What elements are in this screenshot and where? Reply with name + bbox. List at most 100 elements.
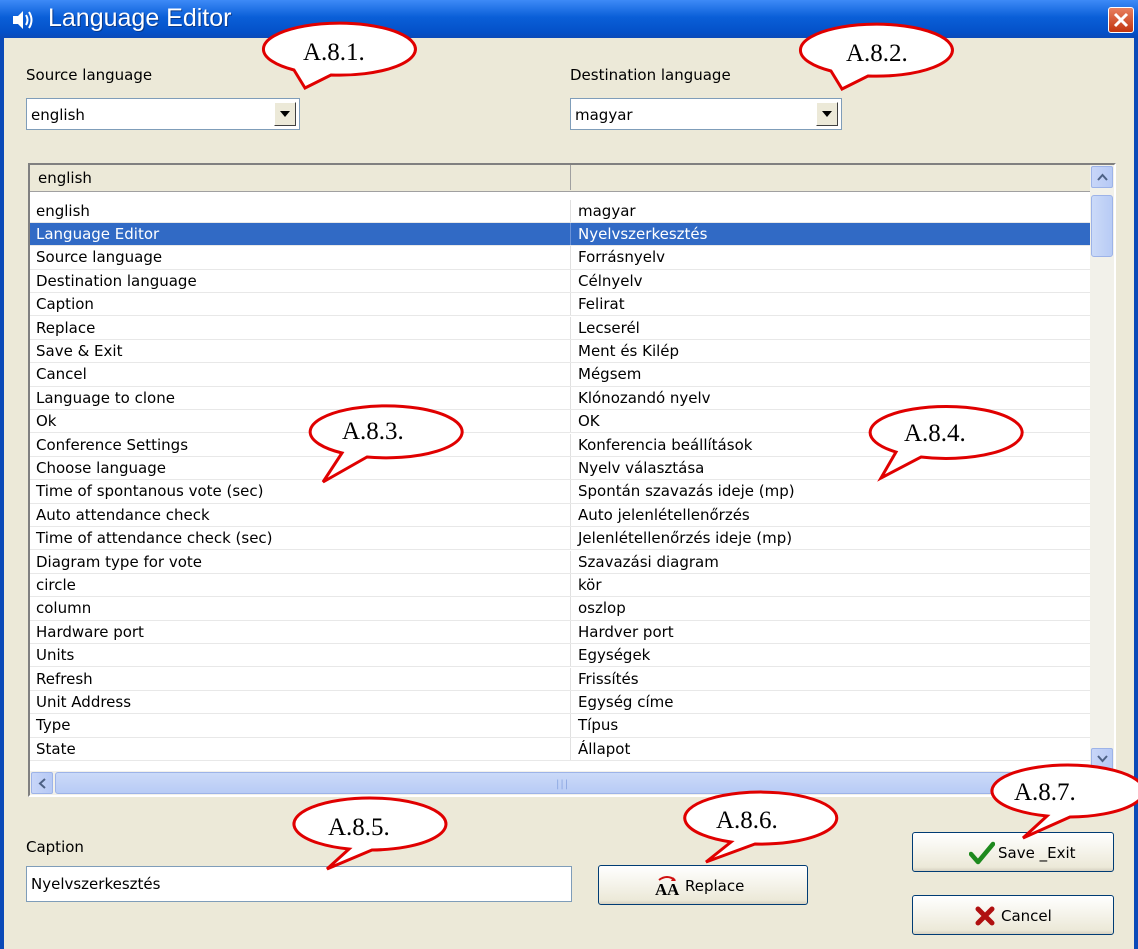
table-row[interactable]: column oszlop xyxy=(30,597,1090,621)
source-cell[interactable]: Diagram type for vote xyxy=(36,553,202,571)
source-cell[interactable]: Conference Settings xyxy=(36,436,188,454)
caption-input[interactable] xyxy=(31,875,561,893)
table-row[interactable]: Caption Felirat xyxy=(30,293,1090,317)
destination-cell[interactable]: Spontán szavazás ideje (mp) xyxy=(578,482,795,500)
callout-label: A.8.4. xyxy=(904,420,966,447)
destination-cell[interactable]: kör xyxy=(578,576,602,594)
source-cell[interactable]: Auto attendance check xyxy=(36,506,210,524)
source-cell[interactable]: Replace xyxy=(36,319,95,337)
destination-cell[interactable]: Auto jelenlétellenőrzés xyxy=(578,506,750,524)
destination-cell[interactable]: Ment és Kilép xyxy=(578,342,679,360)
chevron-up-icon xyxy=(1097,173,1108,181)
replace-button[interactable]: A A Replace xyxy=(598,865,808,905)
destination-cell[interactable]: Állapot xyxy=(578,740,630,758)
source-cell[interactable]: Save & Exit xyxy=(36,342,122,360)
translation-grid[interactable]: english english magyar Language Editor Nyel… xyxy=(28,163,1116,797)
save-exit-button[interactable]: Save _Exit xyxy=(912,832,1114,872)
cancel-button[interactable]: Cancel xyxy=(912,895,1114,935)
source-cell[interactable]: circle xyxy=(36,576,76,594)
source-cell[interactable]: Caption xyxy=(36,295,94,313)
table-row[interactable]: Save & Exit Ment és Kilép xyxy=(30,339,1090,364)
destination-cell[interactable]: Jelenlétellenőrzés ideje (mp) xyxy=(578,529,792,547)
source-cell[interactable]: Cancel xyxy=(36,365,87,383)
column-header-source[interactable]: english xyxy=(30,165,571,190)
window-border-right xyxy=(1134,38,1138,949)
destination-cell[interactable]: Konferencia beállítások xyxy=(578,436,752,454)
table-row[interactable]: Replace Lecserél xyxy=(30,316,1090,340)
horizontal-scroll-thumb[interactable]: ||| xyxy=(55,772,1065,794)
table-row[interactable]: Unit Address Egység címe xyxy=(30,690,1090,715)
source-cell[interactable]: State xyxy=(36,740,76,758)
table-row[interactable]: Type Típus xyxy=(30,714,1090,738)
column-divider xyxy=(570,456,571,481)
destination-cell[interactable]: Célnyelv xyxy=(578,272,643,290)
destination-cell[interactable]: magyar xyxy=(578,202,636,220)
destination-cell[interactable]: oszlop xyxy=(578,599,626,617)
caption-field[interactable] xyxy=(26,866,572,902)
source-cell[interactable]: Time of attendance check (sec) xyxy=(36,529,273,547)
source-cell[interactable]: english xyxy=(36,202,90,220)
table-row[interactable]: Source language Forrásnyelv xyxy=(30,246,1090,270)
scroll-up-button[interactable] xyxy=(1091,166,1113,188)
source-cell[interactable]: Time of spontanous vote (sec) xyxy=(36,482,264,500)
source-language-select[interactable]: english xyxy=(26,98,300,130)
column-divider xyxy=(570,339,571,364)
table-row[interactable]: Diagram type for vote Szavazási diagram xyxy=(30,550,1090,574)
column-header-destination[interactable] xyxy=(571,165,1090,190)
close-button[interactable] xyxy=(1108,7,1134,33)
source-cell[interactable]: Language to clone xyxy=(36,389,175,407)
table-row[interactable]: Units Egységek xyxy=(30,644,1090,668)
source-cell[interactable]: Units xyxy=(36,646,74,664)
speaker-icon xyxy=(13,11,33,29)
source-cell[interactable]: Type xyxy=(36,716,70,734)
destination-cell[interactable]: Forrásnyelv xyxy=(578,248,665,266)
table-row[interactable]: Choose language Nyelv választása xyxy=(30,456,1090,481)
scroll-down-button[interactable] xyxy=(1091,748,1113,770)
table-row[interactable]: Time of spontanous vote (sec) Spontán sza… xyxy=(30,480,1090,504)
destination-cell[interactable]: Lecserél xyxy=(578,319,640,337)
scroll-left-button[interactable] xyxy=(31,772,53,794)
vertical-scrollbar[interactable] xyxy=(1090,165,1114,771)
destination-cell[interactable]: Nyelvszerkesztés xyxy=(578,225,707,243)
table-row[interactable]: circle kör xyxy=(30,573,1090,598)
table-row[interactable]: Auto attendance check Auto jelenlétellenő… xyxy=(30,503,1090,528)
destination-cell[interactable]: OK xyxy=(578,412,600,430)
destination-cell[interactable]: Mégsem xyxy=(578,365,641,383)
destination-cell[interactable]: Klónozandó nyelv xyxy=(578,389,711,407)
checkmark-icon xyxy=(969,841,995,865)
source-dropdown-button[interactable] xyxy=(274,102,296,126)
title-bar: Language Editor xyxy=(0,0,1138,38)
table-row[interactable]: Language to clone Klónozandó nyelv xyxy=(30,386,1090,411)
destination-cell[interactable]: Egységek xyxy=(578,646,650,664)
table-row[interactable]: Language Editor Nyelvszerkesztés xyxy=(30,222,1090,247)
column-divider xyxy=(570,714,571,738)
table-row[interactable]: Time of attendance check (sec) Jelenlétel… xyxy=(30,527,1090,551)
source-cell[interactable]: Unit Address xyxy=(36,693,131,711)
source-cell[interactable]: column xyxy=(36,599,91,617)
table-row[interactable]: Refresh Frissítés xyxy=(30,667,1090,691)
source-cell[interactable]: Destination language xyxy=(36,272,197,290)
table-row[interactable]: Destination language Célnyelv xyxy=(30,269,1090,294)
source-cell[interactable]: Ok xyxy=(36,412,57,430)
source-cell[interactable]: Hardware port xyxy=(36,623,144,641)
source-cell[interactable]: Refresh xyxy=(36,670,93,688)
destination-cell[interactable]: Típus xyxy=(578,716,618,734)
source-cell[interactable]: Language Editor xyxy=(36,225,159,243)
horizontal-scrollbar[interactable]: ||| xyxy=(30,771,1090,795)
destination-cell[interactable]: Egység címe xyxy=(578,693,673,711)
destination-cell[interactable]: Frissítés xyxy=(578,670,639,688)
destination-cell[interactable]: Nyelv választása xyxy=(578,459,704,477)
destination-dropdown-button[interactable] xyxy=(816,102,838,126)
source-cell[interactable]: Choose language xyxy=(36,459,166,477)
source-cell[interactable]: Source language xyxy=(36,248,162,266)
table-row[interactable]: Hardware port Hardver port xyxy=(30,620,1090,645)
table-row[interactable]: Cancel Mégsem xyxy=(30,363,1090,387)
vertical-scroll-thumb[interactable] xyxy=(1091,195,1113,257)
table-row[interactable]: english magyar xyxy=(30,199,1090,223)
destination-language-select[interactable]: magyar xyxy=(570,98,842,130)
destination-cell[interactable]: Hardver port xyxy=(578,623,674,641)
destination-cell[interactable]: Szavazási diagram xyxy=(578,553,719,571)
table-row[interactable]: State Állapot xyxy=(30,737,1090,762)
destination-cell[interactable]: Felirat xyxy=(578,295,625,313)
callout-label: A.8.3. xyxy=(342,418,404,445)
